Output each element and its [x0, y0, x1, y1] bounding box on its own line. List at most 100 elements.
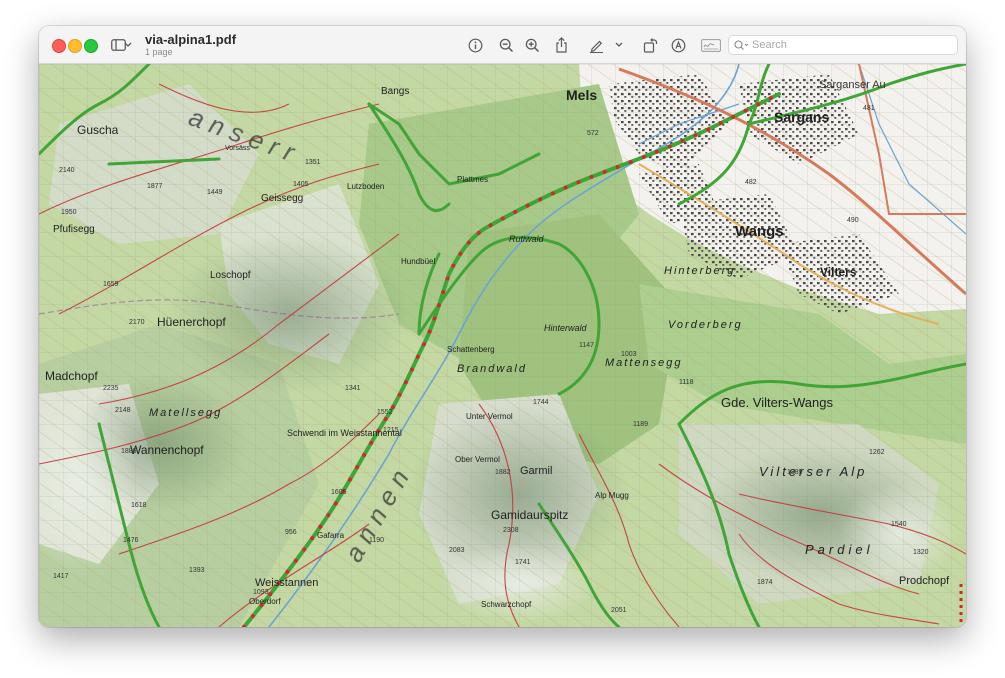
elevation: 2308: [503, 527, 519, 534]
elevation: 956: [285, 529, 297, 536]
elevation: 1605: [331, 489, 347, 496]
elevation: 1003: [621, 351, 637, 358]
map-label-mattensegg: Mattensegg: [605, 357, 682, 369]
zoom-out-icon[interactable]: [496, 35, 516, 55]
map-label-schattenberg: Schattenberg: [447, 345, 495, 354]
minimize-window-button[interactable]: [68, 39, 82, 53]
map-label-wannenchopf: Wannenchopf: [130, 443, 204, 457]
map-label-hinterwald: Hinterwald: [544, 323, 588, 333]
markup-pen-icon[interactable]: [586, 35, 606, 55]
elevation: 1393: [189, 567, 205, 574]
map-label-ober-vermol: Ober Vermol: [455, 455, 500, 464]
fullscreen-window-button[interactable]: [84, 39, 98, 53]
map-label-oberdorf: Oberdorf: [249, 597, 281, 606]
chevron-down-icon[interactable]: [613, 35, 625, 55]
map-label-sargans: Sargans: [774, 109, 829, 125]
elevation: 1147: [579, 342, 594, 349]
map-label-weisstannen: Weisstannen: [255, 577, 318, 589]
map-label-prodchopf: Prodchopf: [899, 575, 950, 587]
elevation: 1744: [533, 399, 549, 406]
elevation: 1189: [633, 421, 648, 428]
map-label-guscha: Guscha: [77, 123, 119, 137]
map-page-content[interactable]: Mels Sargans Sarganser Au Wangs Vilters …: [39, 64, 966, 627]
elevation: 490: [847, 217, 859, 224]
elevation: 1351: [305, 159, 321, 166]
elevation: 482: [745, 179, 757, 186]
elevation: 1339: [787, 469, 803, 476]
elevation: 1659: [103, 281, 119, 288]
map-label-unter-vermol: Unter Vermol: [466, 412, 513, 421]
map-label-vorderberg: Vorderberg: [668, 319, 743, 331]
map-label-huenerchopf: Hüenerchopf: [157, 315, 226, 329]
topographic-map: Mels Sargans Sarganser Au Wangs Vilters …: [39, 64, 966, 627]
elevation: 1215: [383, 427, 399, 434]
map-label-pardiel: Pardiel: [805, 542, 873, 557]
rotate-icon[interactable]: [640, 35, 660, 55]
elevation: 1118: [679, 379, 694, 386]
elevation: 1093: [253, 589, 269, 596]
map-label-garmil: Garmil: [520, 465, 552, 477]
map-label-gde-vilters-wangs: Gde. Vilters-Wangs: [721, 395, 833, 410]
elevation: 2051: [611, 607, 627, 614]
map-label-geissegg: Geissegg: [261, 193, 303, 204]
elevation: 1341: [345, 385, 361, 392]
preview-window: via-alpina1.pdf 1 page Search Mels Sarga…: [39, 26, 966, 627]
info-icon[interactable]: [465, 35, 485, 55]
map-label-lutzboden: Lutzboden: [347, 182, 384, 191]
elevation: 1540: [891, 521, 907, 528]
elevation: 1882: [495, 469, 511, 476]
map-label-alp-mugg: Alp Mugg: [595, 491, 629, 500]
map-label-pfufisegg: Pfufisegg: [53, 224, 95, 235]
elevation: 1877: [147, 183, 163, 190]
search-icon: [734, 39, 749, 51]
map-label-gamidaurspitz: Gamidaurspitz: [491, 508, 568, 522]
page-count: 1 page: [145, 47, 173, 57]
elevation: 1190: [369, 537, 384, 544]
close-window-button[interactable]: [52, 39, 66, 53]
map-label-sarganser-au: Sarganser Au: [819, 79, 886, 91]
map-label-vilters: Vilters: [820, 265, 857, 279]
map-label-bangs: Bangs: [381, 86, 409, 97]
elevation: 2170: [129, 319, 145, 326]
elevation: 1405: [293, 181, 309, 188]
elevation: 1449: [207, 189, 223, 196]
search-input[interactable]: [752, 39, 942, 51]
share-icon[interactable]: [551, 35, 571, 55]
elevation: 572: [587, 130, 599, 137]
elevation: 1262: [869, 449, 885, 456]
map-label-hundbuel: Hundbüel: [401, 257, 435, 266]
map-label-hinterberg: Hinterberg: [664, 265, 735, 277]
elevation: 1950: [61, 209, 77, 216]
elevation: 1417: [53, 573, 69, 580]
map-label-schwarzchopf: Schwarzchopf: [481, 600, 532, 609]
map-label-plattmes: Plattmes: [457, 175, 488, 184]
map-label-vilterser-alp: Vilterser Alp: [759, 464, 867, 479]
elevation: 1741: [515, 559, 531, 566]
elevation: 1552: [377, 409, 393, 416]
map-label-brandwald: Brandwald: [457, 363, 527, 375]
elevation: 1874: [757, 579, 773, 586]
map-label-mels: Mels: [566, 87, 597, 103]
elevation: 481: [863, 105, 875, 112]
search-field[interactable]: [728, 35, 958, 55]
map-label-loschopf: Loschopf: [210, 270, 251, 281]
zoom-in-icon[interactable]: [522, 35, 542, 55]
elevation: 1476: [123, 537, 139, 544]
map-label-gafarra: Gafarra: [317, 531, 345, 540]
elevation: 1618: [131, 502, 147, 509]
map-label-rutiwald: Rutiwald: [509, 234, 545, 244]
map-label-matellsegg: Matellsegg: [149, 407, 222, 419]
document-title: via-alpina1.pdf: [145, 32, 237, 47]
title-bar: via-alpina1.pdf 1 page: [39, 26, 966, 64]
chevron-down-icon[interactable]: [122, 35, 134, 55]
elevation: 2083: [449, 547, 465, 554]
elevation: 2140: [59, 167, 75, 174]
elevation: 1320: [913, 549, 929, 556]
map-label-madchopf: Madchopf: [45, 369, 98, 383]
elevation: 1886: [121, 448, 137, 455]
elevation: 2148: [115, 407, 131, 414]
map-label-wangs: Wangs: [735, 223, 784, 240]
signature-icon[interactable]: [700, 35, 722, 55]
annotate-icon[interactable]: [668, 35, 688, 55]
elevation: 2235: [103, 385, 119, 392]
